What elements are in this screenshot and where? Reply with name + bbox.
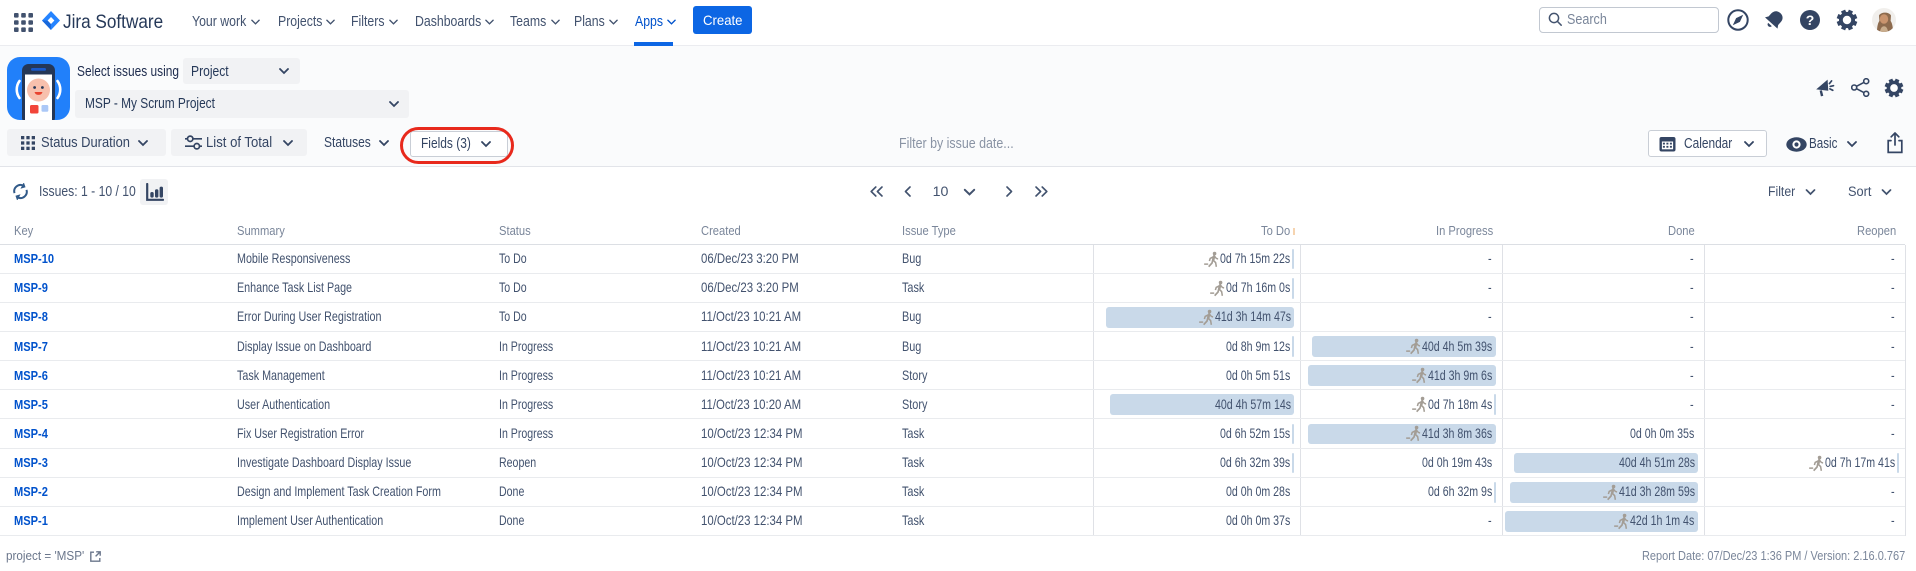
svg-text:?: ? bbox=[1806, 12, 1815, 28]
